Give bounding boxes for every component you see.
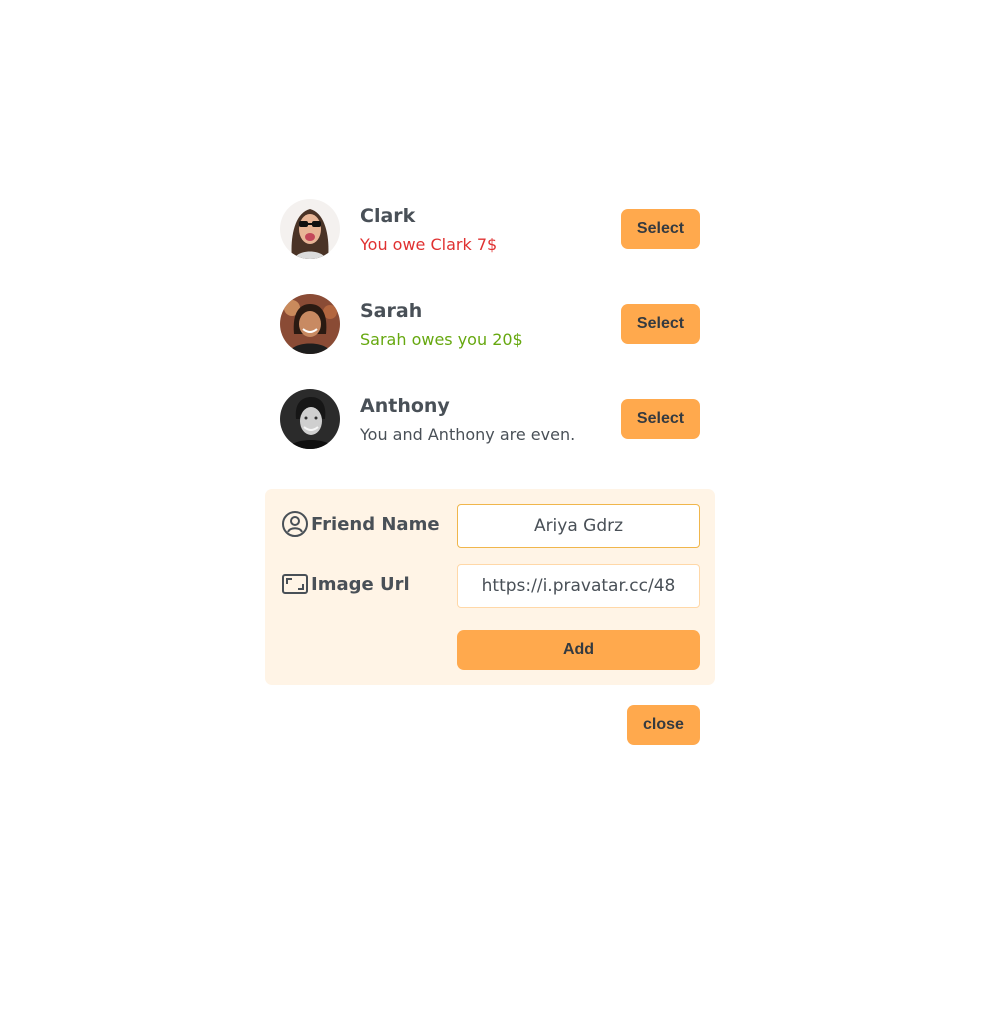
avatar-anthony — [280, 389, 340, 449]
image-url-label-text: Image Url — [311, 573, 410, 595]
friend-name-label-text: Friend Name — [311, 513, 440, 535]
friend-item-anthony: Anthony You and Anthony are even. Select — [265, 382, 715, 477]
add-friend-button[interactable]: Add — [457, 630, 700, 670]
friend-item-sarah: Sarah Sarah owes you 20$ Select — [265, 287, 715, 382]
friend-balance: You owe Clark 7$ — [360, 235, 498, 254]
friends-list: Clark You owe Clark 7$ Select Sarah Sara… — [265, 192, 715, 477]
select-clark-button[interactable]: Select — [621, 209, 700, 249]
avatar-clark — [280, 199, 340, 259]
close-button[interactable]: close — [627, 705, 700, 745]
friend-balance: You and Anthony are even. — [360, 425, 576, 444]
image-url-label: Image Url — [281, 569, 410, 599]
avatar-sarah — [280, 294, 340, 354]
select-anthony-button[interactable]: Select — [621, 399, 700, 439]
friend-balance: Sarah owes you 20$ — [360, 330, 523, 349]
app-container: Clark You owe Clark 7$ Select Sarah Sara… — [265, 192, 715, 745]
add-friend-form: Friend Name Image Url Add — [265, 489, 715, 685]
image-frame-icon — [281, 570, 309, 598]
friend-name-input[interactable] — [457, 504, 700, 548]
friend-name: Clark — [360, 205, 416, 227]
user-circle-icon — [281, 510, 309, 538]
image-url-input[interactable] — [457, 564, 700, 608]
friend-name-label: Friend Name — [281, 509, 440, 539]
select-sarah-button[interactable]: Select — [621, 304, 700, 344]
friend-item-clark: Clark You owe Clark 7$ Select — [265, 192, 715, 287]
friend-name: Sarah — [360, 300, 423, 322]
friend-name: Anthony — [360, 395, 450, 417]
